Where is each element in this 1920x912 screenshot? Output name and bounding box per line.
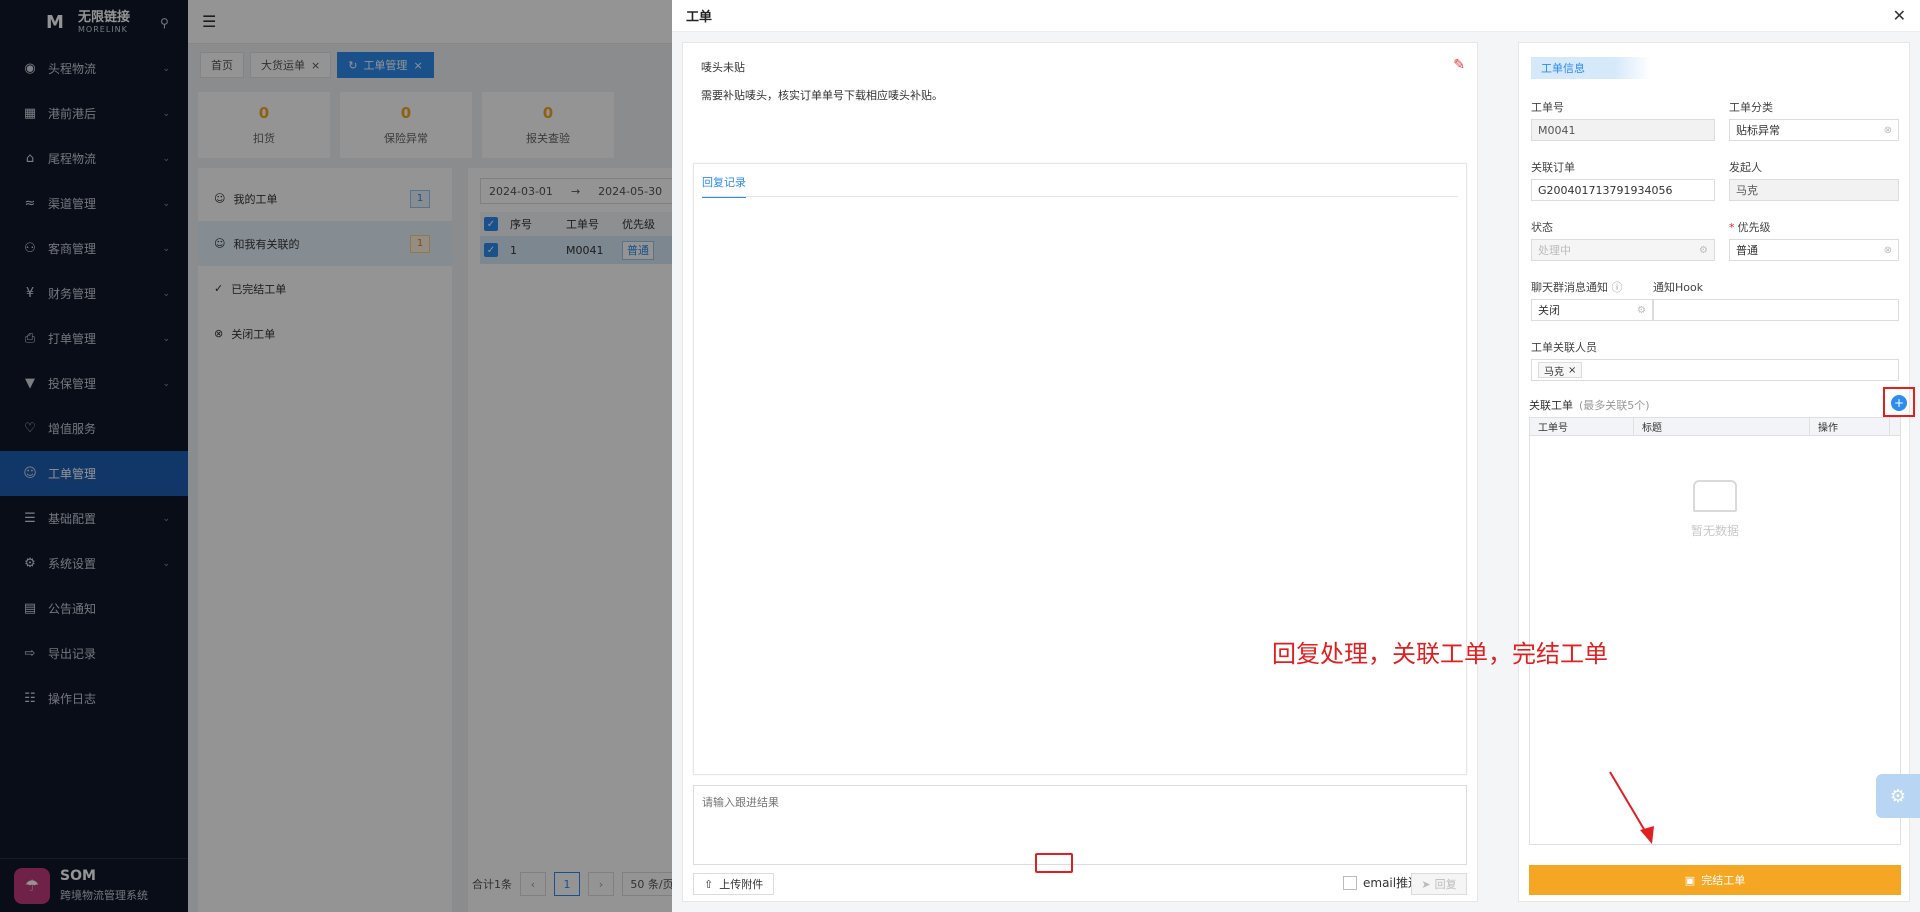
empty-text: 暂无数据 (1690, 524, 1739, 538)
send-icon: ➤ (1421, 877, 1431, 891)
save-icon: ▣ (1684, 873, 1696, 887)
ticket-info-card: 工单信息 工单号 M0041 工单分类 贴标异常 ⊗ 关联订单 G20040171… (1518, 42, 1915, 902)
column-header: 工单号 (1530, 417, 1634, 436)
field-label: 关联订单 (1531, 161, 1575, 174)
members-select[interactable]: 马克 × (1531, 359, 1899, 381)
close-icon[interactable]: ✕ (1893, 6, 1906, 25)
field-label: 工单分类 (1729, 101, 1773, 114)
priority-select[interactable]: 普通 ⊗ (1729, 239, 1899, 261)
annotation-text: 回复处理，关联工单，完结工单 (1272, 640, 1608, 668)
field-label: 聊天群消息通知 ⓘ (1531, 281, 1623, 294)
complete-label: 完结工单 (1701, 874, 1746, 887)
clear-icon[interactable]: ⊗ (1884, 245, 1892, 256)
ticket-description: 需要补贴唛头，核实订单单号下载相应唛头补贴。 (701, 89, 943, 102)
member-tag: 马克 × (1538, 362, 1583, 378)
reply-label: 回复 (1434, 878, 1457, 891)
upload-label: 上传附件 (719, 878, 764, 891)
field-label: 工单号 (1531, 101, 1564, 114)
checkbox-icon (1343, 875, 1357, 890)
ticket-content-card: 唛头未贴 需要补贴唛头，核实订单单号下载相应唛头补贴。 ✎ 回复记录 ⇧ 上传附件… (682, 42, 1478, 902)
required-mark: * (1729, 221, 1735, 234)
drawer-title: 工单 (672, 0, 1920, 32)
upload-attachment-button[interactable]: ⇧ 上传附件 (693, 873, 775, 895)
category-select[interactable]: 贴标异常 ⊗ (1729, 119, 1899, 141)
gear-icon: ⚙ (1637, 304, 1646, 316)
help-icon[interactable]: ⓘ (1612, 281, 1623, 294)
section-title: 工单信息 (1531, 57, 1651, 79)
upload-icon: ⇧ (704, 877, 714, 891)
complete-ticket-button[interactable]: ▣ 完结工单 (1529, 865, 1901, 895)
gear-icon: ⚙ (1889, 785, 1907, 807)
empty-inbox-icon (1693, 480, 1737, 512)
tab-reply-records[interactable]: 回复记录 (702, 174, 746, 198)
divider (702, 196, 1458, 197)
ticket-title: 唛头未贴 (701, 61, 745, 74)
edit-icon[interactable]: ✎ (1453, 57, 1465, 73)
ticket-drawer: 工单 ✕ 唛头未贴 需要补贴唛头，核实订单单号下载相应唛头补贴。 ✎ 回复记录 … (672, 0, 1920, 912)
field-label: * 优先级 (1729, 221, 1771, 234)
highlight-box (1035, 853, 1073, 873)
related-tickets-title: 关联工单 (最多关联5个) (1529, 399, 1650, 412)
order-no-field: M0041 (1531, 119, 1715, 141)
email-push-checkbox[interactable]: email推送 (1343, 874, 1420, 891)
highlight-box (1883, 387, 1915, 417)
field-label: 通知Hook (1653, 281, 1704, 294)
empty-state: 暂无数据 (1530, 480, 1900, 539)
status-select: 处理中 ⚙ (1531, 239, 1715, 261)
related-order-field[interactable]: G200401713791934056 (1531, 179, 1715, 201)
reply-button[interactable]: ➤ 回复 (1411, 873, 1467, 895)
table-header: 工单号 标题 操作 (1530, 417, 1900, 436)
annotation-arrow-icon (1609, 771, 1654, 844)
field-label: 状态 (1531, 221, 1553, 234)
related-tickets-table: 工单号 标题 操作 暂无数据 (1529, 417, 1901, 845)
settings-float-button[interactable]: ⚙ (1876, 774, 1920, 818)
gear-icon: ⚙ (1699, 244, 1708, 256)
field-label: 发起人 (1729, 161, 1762, 174)
reply-records-panel: 回复记录 (693, 163, 1467, 775)
close-icon[interactable]: × (1568, 365, 1576, 376)
hook-input[interactable] (1653, 299, 1899, 321)
chat-notify-select[interactable]: 关闭 ⚙ (1531, 299, 1653, 321)
clear-icon[interactable]: ⊗ (1884, 125, 1892, 136)
column-header: 标题 (1634, 417, 1810, 436)
follow-up-input[interactable] (693, 785, 1467, 865)
column-header: 操作 (1810, 417, 1890, 436)
initiator-field: 马克 (1729, 179, 1899, 201)
field-label: 工单关联人员 (1531, 341, 1597, 354)
